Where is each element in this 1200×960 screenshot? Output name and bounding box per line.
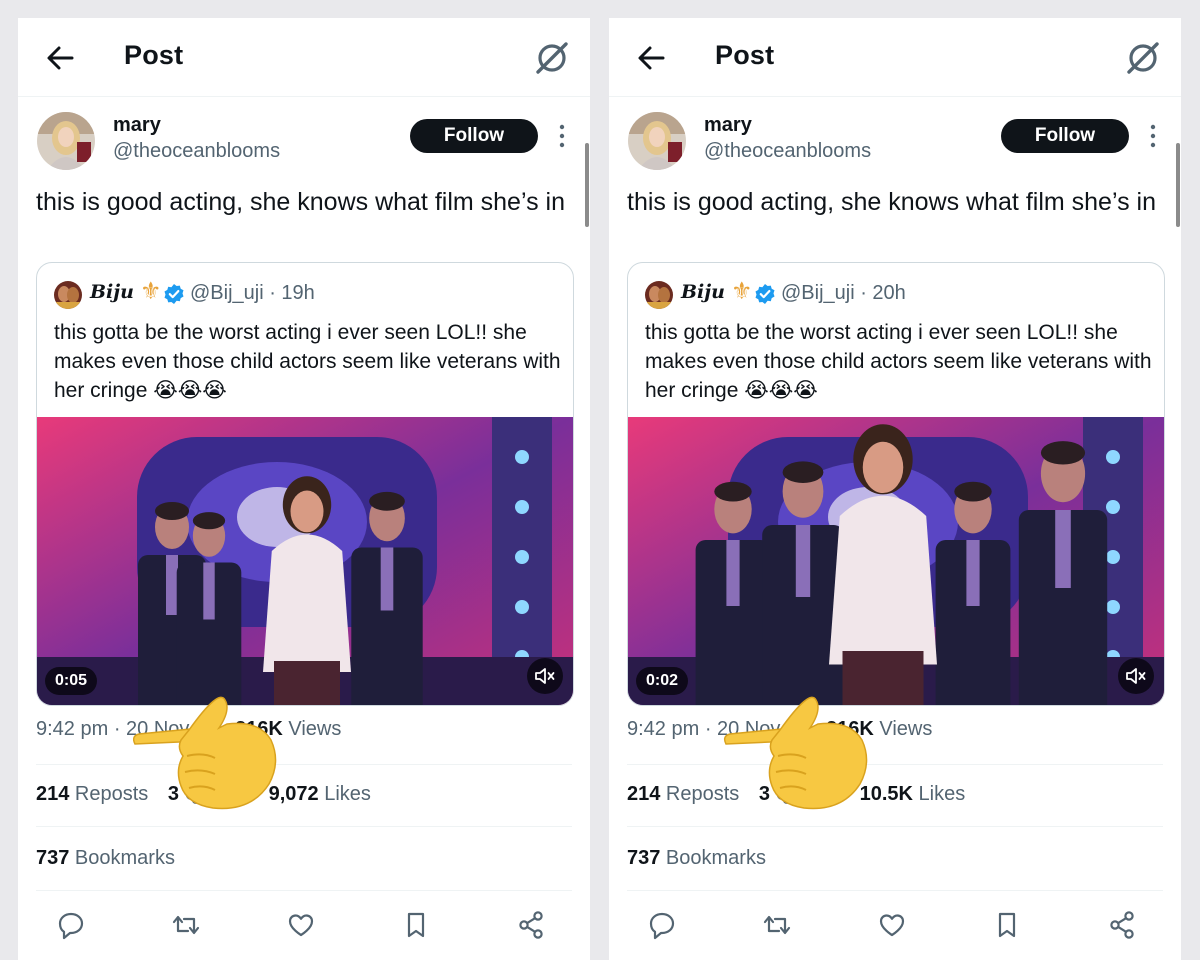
quoted-avatar[interactable] bbox=[645, 281, 673, 309]
quoted-text: this gotta be the worst acting i ever se… bbox=[645, 321, 1152, 402]
video-frame bbox=[37, 417, 573, 705]
verified-badge-icon bbox=[164, 284, 184, 304]
post-panel-1: Post mary @theoceanblooms Follow this is… bbox=[18, 18, 590, 960]
bookmarks-count: 737 bbox=[36, 847, 70, 869]
quoted-handle-time[interactable]: @Bij_uji · 20h bbox=[781, 282, 906, 305]
divider bbox=[627, 764, 1163, 765]
post-text: this is good acting, she knows what film… bbox=[627, 188, 1156, 216]
likes-stat[interactable]: 10.5K Likes bbox=[860, 783, 966, 805]
action-bar bbox=[645, 908, 1145, 944]
quoted-author-name[interactable]: Biju bbox=[90, 281, 134, 303]
share-icon[interactable] bbox=[1105, 908, 1139, 942]
fleur-de-lis-icon: ⚜ bbox=[140, 278, 162, 305]
quoted-avatar[interactable] bbox=[54, 281, 82, 309]
author-name[interactable]: mary bbox=[113, 114, 161, 137]
bookmarks-stat[interactable]: 737 Bookmarks bbox=[627, 847, 766, 870]
views-label: Views bbox=[873, 718, 933, 740]
likes-label: Likes bbox=[912, 783, 966, 805]
reply-icon[interactable] bbox=[645, 908, 679, 942]
author-avatar[interactable] bbox=[37, 112, 95, 170]
video-time-badge: 0:02 bbox=[636, 667, 689, 695]
bookmarks-label: Bookmarks bbox=[660, 847, 766, 869]
verified-badge-icon bbox=[755, 284, 775, 304]
page-title: Post bbox=[124, 40, 184, 70]
likes-stat[interactable]: 9,072 Likes bbox=[269, 783, 371, 805]
bookmark-icon[interactable] bbox=[990, 908, 1024, 942]
repost-icon[interactable] bbox=[760, 908, 794, 942]
likes-label: Likes bbox=[318, 783, 371, 805]
video-time-badge: 0:05 bbox=[45, 667, 98, 695]
share-icon[interactable] bbox=[514, 908, 548, 942]
page-title: Post bbox=[715, 40, 775, 70]
views-label: Views bbox=[282, 718, 342, 740]
pointing-hand-emoji bbox=[723, 696, 868, 810]
quoted-text: this gotta be the worst acting i ever se… bbox=[54, 321, 561, 402]
bookmarks-count: 737 bbox=[627, 847, 661, 869]
bookmarks-stat[interactable]: 737 Bookmarks bbox=[36, 847, 175, 870]
quoted-post[interactable]: Biju ⚜ @Bij_uji · 20h this gotta be the … bbox=[627, 262, 1165, 706]
quoted-post[interactable]: Biju ⚜ @Bij_uji · 19h this gotta be the … bbox=[36, 262, 574, 706]
mute-icon[interactable] bbox=[527, 658, 563, 694]
repost-icon[interactable] bbox=[169, 908, 203, 942]
mute-icon[interactable] bbox=[1118, 658, 1154, 694]
reposts-count: 214 bbox=[627, 783, 661, 805]
bookmark-icon[interactable] bbox=[399, 908, 433, 942]
post-panel-2: Post mary @theoceanblooms Follow this is… bbox=[609, 18, 1181, 960]
back-arrow-icon[interactable] bbox=[42, 40, 78, 76]
divider bbox=[627, 890, 1163, 891]
quoted-handle-time[interactable]: @Bij_uji · 19h bbox=[190, 282, 315, 305]
grok-icon[interactable] bbox=[1123, 38, 1163, 78]
quoted-author-name[interactable]: Biju bbox=[681, 281, 725, 303]
follow-button[interactable]: Follow bbox=[410, 119, 538, 153]
video-player[interactable]: 0:02 bbox=[628, 417, 1164, 705]
post-header: Post bbox=[609, 18, 1181, 97]
post-header: Post bbox=[18, 18, 590, 97]
reply-icon[interactable] bbox=[54, 908, 88, 942]
video-player[interactable]: 0:05 bbox=[37, 417, 573, 705]
author-avatar[interactable] bbox=[628, 112, 686, 170]
like-icon[interactable] bbox=[875, 908, 909, 942]
post-text: this is good acting, she knows what film… bbox=[36, 188, 565, 216]
reposts-count: 214 bbox=[36, 783, 70, 805]
scrollbar[interactable] bbox=[585, 143, 589, 227]
like-icon[interactable] bbox=[284, 908, 318, 942]
divider bbox=[36, 764, 572, 765]
bookmarks-label: Bookmarks bbox=[69, 847, 175, 869]
author-handle[interactable]: @theoceanblooms bbox=[704, 140, 871, 163]
author-name[interactable]: mary bbox=[704, 114, 752, 137]
fleur-de-lis-icon: ⚜ bbox=[731, 278, 753, 305]
divider bbox=[627, 826, 1163, 827]
divider bbox=[36, 826, 572, 827]
action-bar bbox=[54, 908, 554, 944]
more-vertical-icon[interactable] bbox=[554, 121, 570, 151]
author-handle[interactable]: @theoceanblooms bbox=[113, 140, 280, 163]
follow-button[interactable]: Follow bbox=[1001, 119, 1129, 153]
scrollbar[interactable] bbox=[1176, 143, 1180, 227]
divider bbox=[36, 890, 572, 891]
grok-icon[interactable] bbox=[532, 38, 572, 78]
video-frame bbox=[628, 417, 1164, 705]
pointing-hand-emoji bbox=[132, 696, 277, 810]
back-arrow-icon[interactable] bbox=[633, 40, 669, 76]
more-vertical-icon[interactable] bbox=[1145, 121, 1161, 151]
